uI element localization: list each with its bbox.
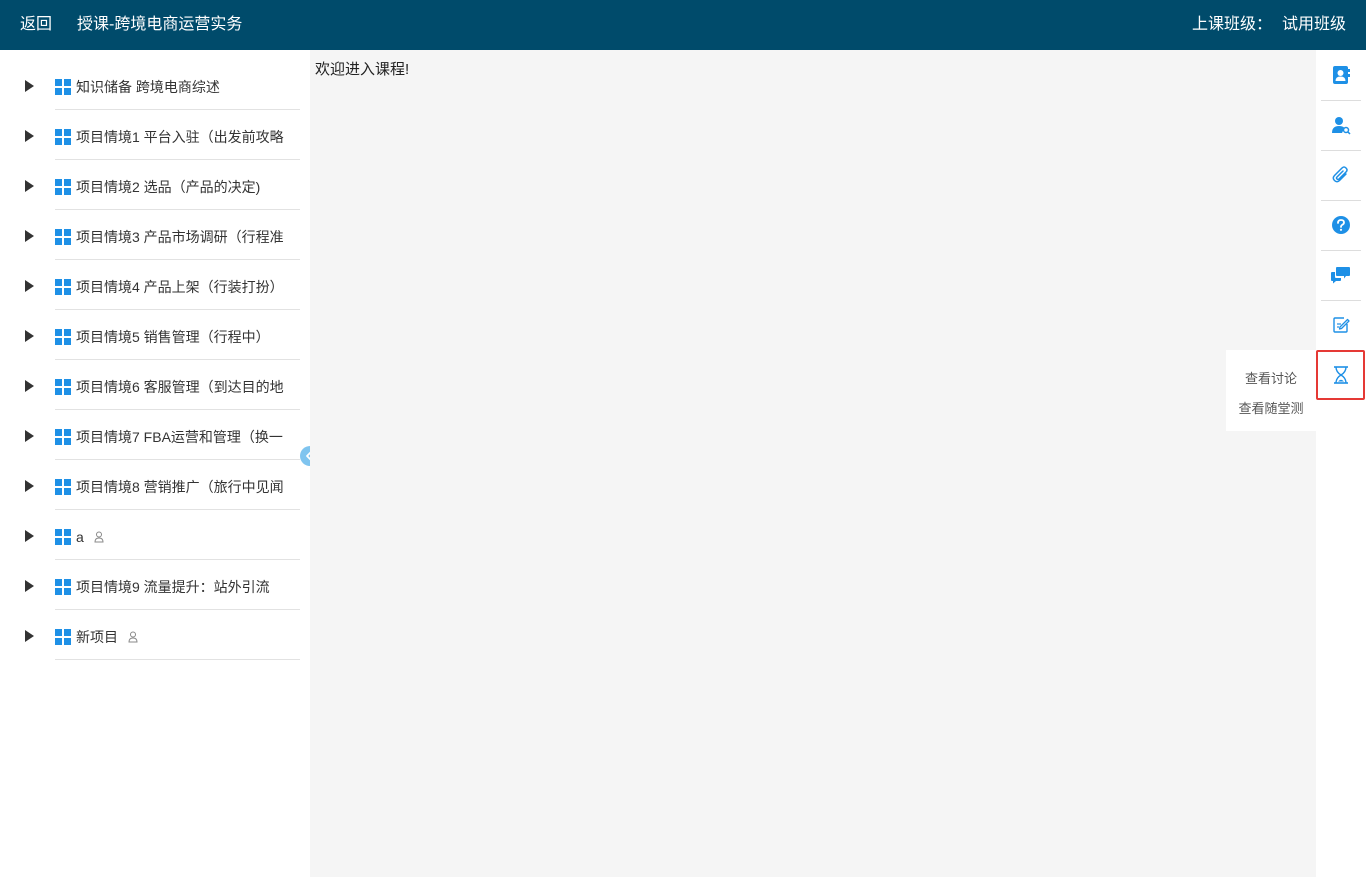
page-title: 授课-跨境电商运营实务 <box>77 16 243 33</box>
grid-icon <box>55 129 71 145</box>
user-search-button[interactable] <box>1321 100 1361 150</box>
grid-icon <box>55 279 71 295</box>
divider <box>55 659 300 660</box>
sidebar-item-label: 项目情境4 产品上架（行装打扮） <box>76 279 284 295</box>
grid-icon <box>55 479 71 495</box>
sidebar-item[interactable]: a <box>0 505 310 560</box>
item-title: 新项目 <box>76 629 118 645</box>
expand-arrow-icon[interactable] <box>25 130 34 142</box>
person-icon <box>94 529 104 543</box>
back-button[interactable]: 返回 <box>20 15 52 35</box>
contacts-button[interactable] <box>1321 50 1361 100</box>
welcome-text: 欢迎进入课程! <box>315 61 410 78</box>
help-icon <box>1332 216 1350 234</box>
sidebar-item[interactable]: 项目情境6 客服管理（到达目的地 <box>0 355 310 410</box>
expand-arrow-icon[interactable] <box>25 630 34 642</box>
expand-arrow-icon[interactable] <box>25 580 34 592</box>
sidebar-item[interactable]: 项目情境3 产品市场调研（行程准 <box>0 205 310 260</box>
attachment-button[interactable] <box>1321 150 1361 200</box>
main-content: 欢迎进入课程! <box>310 50 1316 877</box>
contacts-icon <box>1333 66 1350 84</box>
expand-arrow-icon[interactable] <box>25 280 34 292</box>
grid-icon <box>55 429 71 445</box>
grid-icon <box>55 579 71 595</box>
sidebar-item[interactable]: 新项目 <box>0 605 310 660</box>
edit-button[interactable] <box>1321 300 1361 350</box>
expand-arrow-icon[interactable] <box>25 230 34 242</box>
help-button[interactable] <box>1321 200 1361 250</box>
sidebar-item-label: 项目情境2 选品（产品的决定) <box>76 179 261 195</box>
class-info: 上课班级： 试用班级 <box>1182 15 1346 35</box>
grid-icon <box>55 79 71 95</box>
grid-icon <box>55 329 71 345</box>
person-icon <box>128 629 138 643</box>
class-label: 上课班级： <box>1191 16 1272 33</box>
expand-arrow-icon[interactable] <box>25 80 34 92</box>
sidebar-item[interactable]: 知识储备 跨境电商综述 <box>0 55 310 110</box>
active-highlight <box>1316 350 1365 400</box>
sidebar-item-label: 新项目 <box>76 628 302 646</box>
sidebar-item-label: 项目情境9 流量提升：站外引流 <box>76 579 270 595</box>
grid-icon <box>55 629 71 645</box>
quiz-popup-menu: 查看讨论 查看随堂测 <box>1226 350 1316 431</box>
expand-arrow-icon[interactable] <box>25 430 34 442</box>
view-discussion-link[interactable]: 查看讨论 <box>1226 368 1316 387</box>
course-sidebar: 知识储备 跨境电商综述 项目情境1 平台入驻（出发前攻略 项目情境2 选品（产品… <box>0 50 310 877</box>
sidebar-item-label: a <box>76 528 302 546</box>
sidebar-item[interactable]: 项目情境2 选品（产品的决定) <box>0 155 310 210</box>
sidebar-item[interactable]: 项目情境4 产品上架（行装打扮） <box>0 255 310 310</box>
sidebar-item[interactable]: 项目情境7 FBA运营和管理（换一 <box>0 405 310 460</box>
right-toolbar <box>1316 50 1366 877</box>
sidebar-item-label: 知识储备 跨境电商综述 <box>76 79 220 95</box>
sidebar-item[interactable]: 项目情境1 平台入驻（出发前攻略 <box>0 105 310 160</box>
item-title: a <box>76 529 84 545</box>
expand-arrow-icon[interactable] <box>25 330 34 342</box>
edit-icon <box>1333 317 1350 333</box>
expand-arrow-icon[interactable] <box>25 530 34 542</box>
sidebar-item[interactable]: 项目情境5 销售管理（行程中） <box>0 305 310 360</box>
paperclip-icon <box>1332 166 1348 183</box>
sidebar-item-label: 项目情境7 FBA运营和管理（换一 <box>76 429 283 445</box>
sidebar-item-label: 项目情境8 营销推广（旅行中见闻 <box>76 479 284 495</box>
sidebar-item-label: 项目情境3 产品市场调研（行程准 <box>76 229 284 245</box>
expand-arrow-icon[interactable] <box>25 380 34 392</box>
grid-icon <box>55 379 71 395</box>
sidebar-item-label: 项目情境6 客服管理（到达目的地 <box>76 379 284 395</box>
chat-button[interactable] <box>1321 250 1361 300</box>
user-search-icon <box>1332 117 1351 135</box>
grid-icon <box>55 179 71 195</box>
expand-arrow-icon[interactable] <box>25 180 34 192</box>
chat-icon <box>1331 267 1350 284</box>
sidebar-item[interactable]: 项目情境8 营销推广（旅行中见闻 <box>0 455 310 510</box>
expand-arrow-icon[interactable] <box>25 480 34 492</box>
sidebar-item[interactable]: 项目情境9 流量提升：站外引流 <box>0 555 310 610</box>
sidebar-item-label: 项目情境5 销售管理（行程中） <box>76 329 270 345</box>
grid-icon <box>55 529 71 545</box>
view-quiz-link[interactable]: 查看随堂测 <box>1226 398 1316 417</box>
sidebar-item-label: 项目情境1 平台入驻（出发前攻略 <box>76 129 284 145</box>
class-value: 试用班级 <box>1281 16 1346 33</box>
grid-icon <box>55 229 71 245</box>
top-bar: 返回 授课-跨境电商运营实务 上课班级： 试用班级 <box>0 0 1366 50</box>
